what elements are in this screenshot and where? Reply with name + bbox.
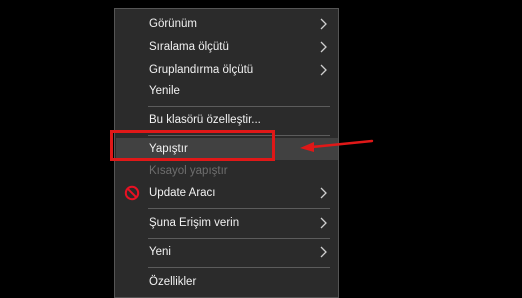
highlight-annotation-box: [110, 130, 275, 161]
chevron-right-icon: [320, 246, 327, 258]
menu-item-give-access[interactable]: Şuna Erişim verin: [116, 212, 338, 234]
block-icon: [124, 185, 140, 201]
chevron-right-icon: [320, 217, 327, 229]
chevron-right-icon: [320, 187, 327, 199]
menu-item-group-by[interactable]: Gruplandırma ölçütü: [116, 59, 338, 81]
menu-item-sort-by[interactable]: Sıralama ölçütü: [116, 36, 338, 58]
menu-item-label: Şuna Erişim verin: [149, 217, 240, 229]
arrow-annotation-icon: [300, 139, 374, 152]
menu-separator: [148, 238, 330, 239]
menu-item-label: Özellikler: [149, 276, 197, 288]
chevron-right-icon: [320, 41, 327, 53]
menu-item-label: Görünüm: [149, 18, 197, 30]
menu-item-label: Yeni: [149, 246, 171, 258]
chevron-right-icon: [320, 18, 327, 30]
chevron-right-icon: [320, 64, 327, 76]
menu-separator: [148, 208, 330, 209]
menu-item-new[interactable]: Yeni: [116, 241, 338, 263]
menu-item-properties[interactable]: Özellikler: [116, 271, 338, 293]
menu-item-label: Gruplandırma ölçütü: [149, 64, 254, 76]
menu-item-label: Yenile: [149, 85, 180, 97]
menu-item-label: Sıralama ölçütü: [149, 41, 229, 53]
menu-item-view[interactable]: Görünüm: [116, 13, 338, 35]
menu-separator: [148, 106, 330, 107]
menu-separator: [148, 267, 330, 268]
menu-item-label: Bu klasörü özelleştir...: [149, 114, 261, 126]
menu-item-paste-shortcut: Kısayol yapıştır: [116, 160, 338, 182]
menu-item-refresh[interactable]: Yenile: [116, 80, 338, 102]
menu-item-update-tool[interactable]: Update Aracı: [116, 182, 338, 204]
menu-item-customize-folder[interactable]: Bu klasörü özelleştir...: [116, 109, 338, 131]
menu-item-label: Update Aracı: [149, 187, 216, 199]
menu-item-label: Kısayol yapıştır: [149, 165, 228, 177]
